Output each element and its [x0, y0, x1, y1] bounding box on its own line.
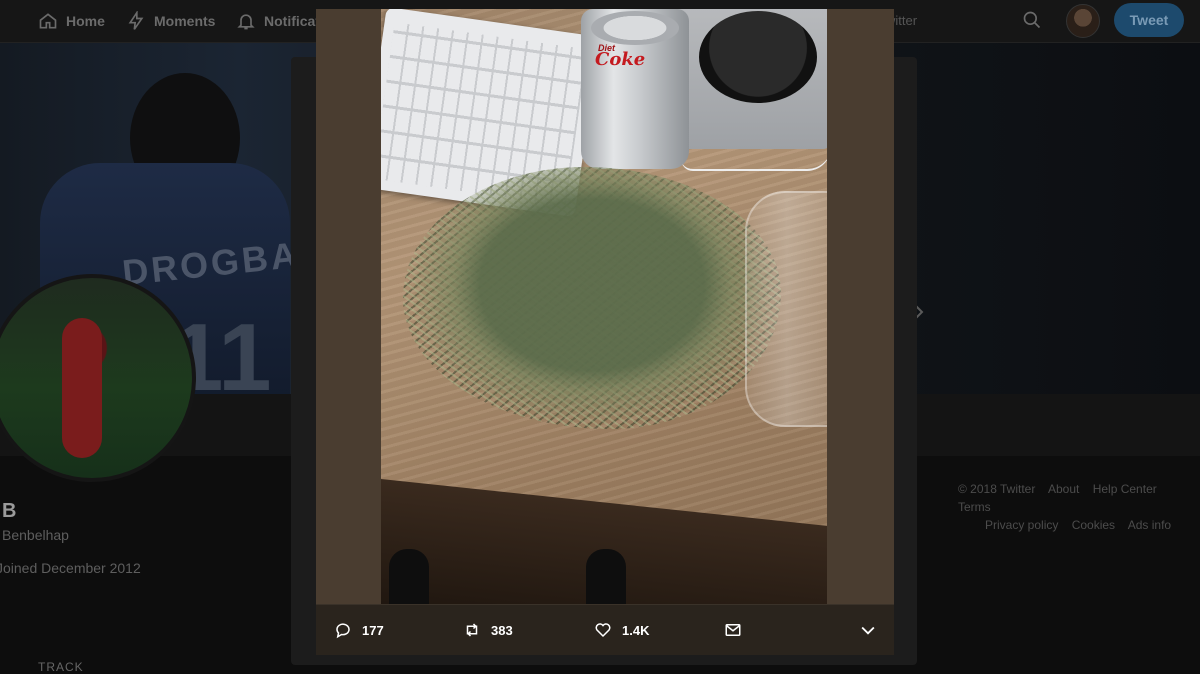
photo-foot-left: [389, 549, 429, 604]
home-icon: [39, 13, 57, 29]
profile-joined-date: Joined December 2012: [0, 560, 141, 576]
footer-cookies-link[interactable]: Cookies: [1072, 518, 1115, 532]
direct-message-button[interactable]: [724, 605, 742, 655]
retweet-button[interactable]: 383: [463, 605, 513, 655]
footer-privacy-link[interactable]: Privacy policy: [985, 518, 1058, 532]
media-viewer: Diet Coke: [316, 9, 894, 604]
profile-handle[interactable]: Benbelhap: [2, 527, 69, 543]
footer-terms-link[interactable]: Terms: [958, 500, 991, 514]
footer-help-link[interactable]: Help Center: [1093, 482, 1157, 496]
like-button[interactable]: 1.4K: [594, 605, 649, 655]
retweet-count: 383: [491, 622, 513, 638]
nav-notifications[interactable]: Notificati: [236, 0, 324, 42]
nav-moments[interactable]: Moments: [126, 0, 215, 42]
nav-home[interactable]: Home: [38, 0, 105, 42]
can-brand-label: Coke: [595, 49, 646, 70]
reply-count: 177: [362, 622, 384, 638]
tweet-action-bar: 177 383 1.4K: [316, 604, 894, 655]
footer-about-link[interactable]: About: [1048, 482, 1079, 496]
bell-icon: [237, 14, 255, 30]
heart-icon: [595, 623, 611, 638]
retweet-icon: [466, 623, 478, 637]
photo-glass-jar: [745, 191, 827, 427]
lightning-icon: [128, 11, 144, 30]
avatar-player-figure: [62, 318, 102, 458]
tweet-button[interactable]: Tweet: [1114, 3, 1184, 37]
can-top: [591, 11, 679, 45]
like-count: 1.4K: [622, 622, 650, 638]
footer-links: © 2018 Twitter About Help Center Terms P…: [958, 480, 1200, 534]
footer-ads-link[interactable]: Ads info: [1128, 518, 1171, 532]
reply-button[interactable]: 177: [334, 605, 384, 655]
nav-notifications-label: Notificati: [264, 13, 324, 29]
photo-foot-right: [586, 549, 626, 604]
photo-smart-speaker: [699, 11, 817, 103]
envelope-icon: [725, 624, 741, 636]
footer-copyright: © 2018 Twitter: [958, 482, 1036, 496]
profile-name: B: [2, 500, 17, 522]
nav-home-label: Home: [66, 13, 105, 29]
photo-cable: [681, 147, 827, 171]
bottom-track-label: TRACK: [38, 660, 84, 674]
user-avatar[interactable]: [1066, 4, 1100, 38]
tweet-photo[interactable]: Diet Coke: [381, 9, 827, 604]
reply-icon: [336, 623, 350, 639]
search-icon[interactable]: [1022, 10, 1042, 30]
photo-soda-can: Diet Coke: [581, 9, 689, 169]
nav-moments-label: Moments: [154, 13, 216, 29]
chevron-down-icon[interactable]: [858, 620, 878, 640]
